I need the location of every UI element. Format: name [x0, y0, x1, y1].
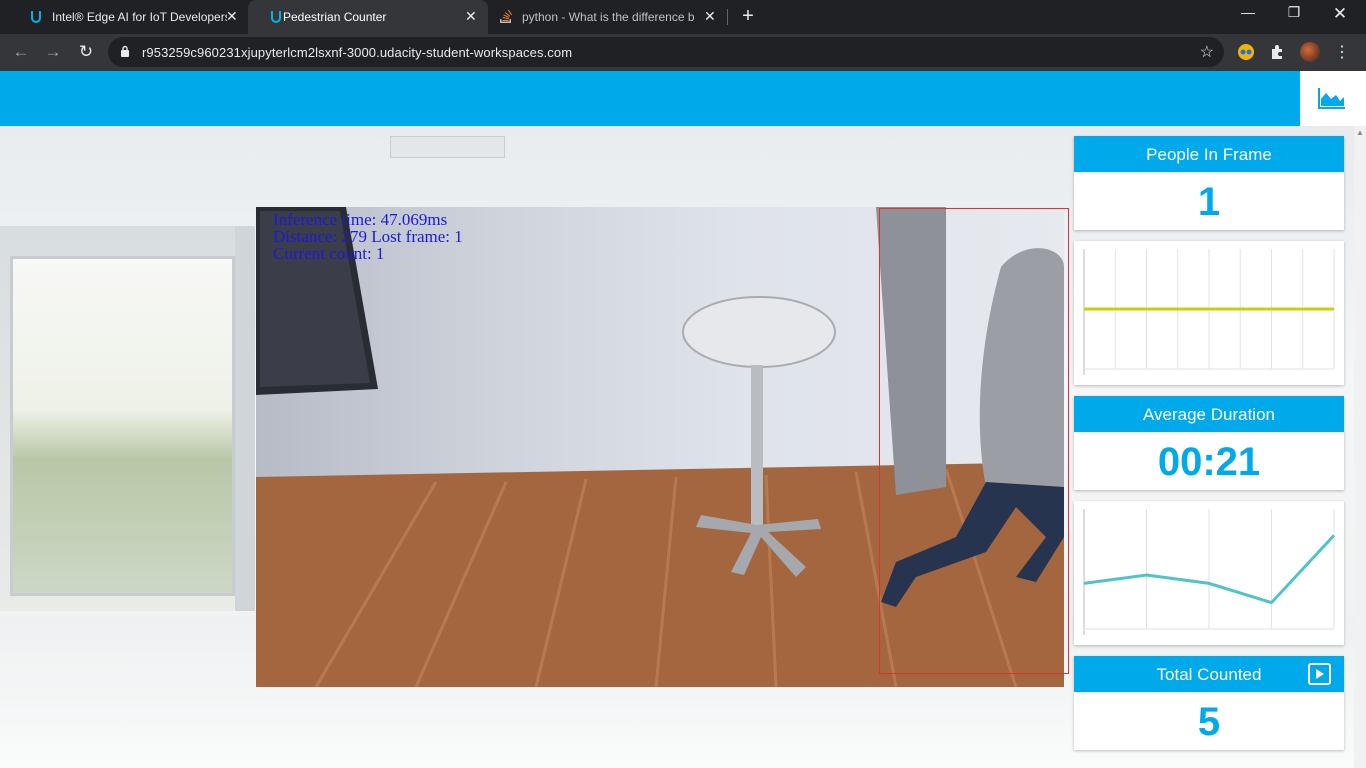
stats-button[interactable]	[1300, 71, 1366, 126]
total-counted-label: Total Counted	[1156, 665, 1262, 684]
address-bar[interactable]: r953259c960231xjupyterlcm2lsxnf-3000.uda…	[108, 37, 1224, 67]
window-glass	[10, 256, 235, 596]
stackoverflow-icon	[500, 9, 513, 23]
ceiling-vent	[390, 136, 505, 158]
tab-title: python - What is the difference b	[522, 10, 695, 24]
osd-distance: Distance: 279 Lost frame: 1	[273, 227, 463, 246]
people-chart-card	[1074, 241, 1344, 385]
area-chart-icon	[1318, 88, 1345, 109]
detection-box	[879, 208, 1069, 674]
scroll-up-icon[interactable]: ▲	[1356, 128, 1364, 137]
tab-stackoverflow[interactable]: python - What is the difference b ✕	[488, 0, 728, 34]
new-tab-icon[interactable]: +	[737, 5, 759, 27]
window-pillar	[235, 226, 255, 611]
forward-icon[interactable]: →	[43, 42, 63, 62]
tab-title: Pedestrian Counter	[283, 10, 387, 24]
play-icon[interactable]	[1308, 663, 1331, 685]
tab-title: Intel® Edge AI for IoT Developers	[52, 10, 227, 24]
total-counted-value: 5	[1197, 700, 1221, 744]
scrollbar[interactable]: ▲	[1354, 126, 1366, 768]
average-duration-value: 00:21	[1157, 440, 1261, 484]
duration-line-chart	[1083, 509, 1336, 635]
app-header	[0, 71, 1366, 126]
total-counted-header: Total Counted	[1074, 656, 1344, 692]
tab-intel-edge-ai[interactable]: Intel® Edge AI for IoT Developers ✕	[8, 0, 248, 34]
browser-tab-strip: Intel® Edge AI for IoT Developers ✕ Pede…	[0, 0, 1366, 34]
osd-current-count: Current count: 1	[273, 244, 385, 263]
extension-icon[interactable]	[1237, 43, 1255, 61]
back-icon[interactable]: ←	[11, 42, 31, 62]
close-icon[interactable]: ✕	[465, 8, 477, 25]
close-icon[interactable]: ✕	[704, 8, 716, 25]
minimize-icon[interactable]: —	[1225, 4, 1271, 20]
people-line-chart	[1083, 249, 1335, 375]
close-icon[interactable]: ✕	[226, 8, 238, 25]
avatar[interactable]	[1300, 42, 1320, 62]
udacity-icon	[271, 11, 281, 23]
people-in-frame-value: 1	[1197, 180, 1221, 224]
people-in-frame-label: People In Frame	[1074, 136, 1344, 172]
duration-chart-card	[1074, 501, 1344, 645]
menu-icon[interactable]: ⋮	[1334, 42, 1352, 61]
puzzle-icon[interactable]	[1269, 43, 1287, 61]
bookmark-star-icon[interactable]: ☆	[1200, 42, 1214, 62]
window-close-icon[interactable]: ✕	[1317, 4, 1363, 24]
restore-icon[interactable]: ❐	[1271, 4, 1317, 21]
tab-pedestrian-counter[interactable]: Pedestrian Counter ✕	[248, 0, 488, 34]
udacity-icon	[31, 11, 41, 23]
average-duration-label: Average Duration	[1074, 396, 1344, 432]
people-in-frame-card: People In Frame 1	[1074, 136, 1344, 230]
osd-inference-time: Inference time: 47.069ms	[273, 210, 448, 229]
average-duration-card: Average Duration 00:21	[1074, 396, 1344, 490]
total-counted-card: Total Counted 5	[1074, 656, 1344, 750]
reload-icon[interactable]: ↻	[76, 42, 96, 62]
tab-separator	[727, 9, 728, 25]
url-text: r953259c960231xjupyterlcm2lsxnf-3000.uda…	[142, 45, 573, 60]
browser-toolbar: ← → ↻ r953259c960231xjupyterlcm2lsxnf-30…	[0, 34, 1366, 71]
lock-icon	[121, 45, 129, 57]
